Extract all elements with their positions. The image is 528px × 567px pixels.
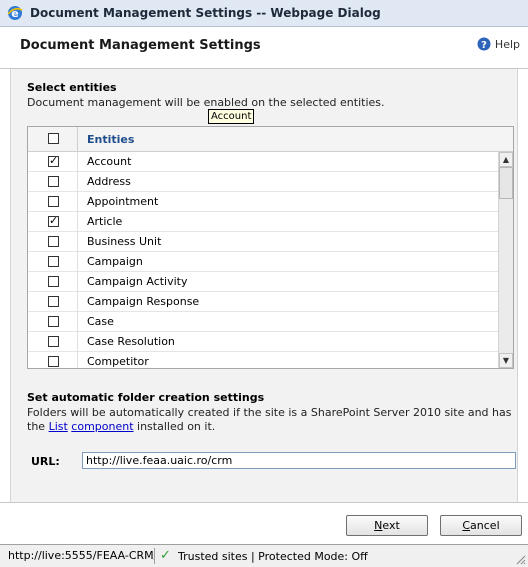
entities-grid: Entities Account Address Appointment Articl… bbox=[27, 126, 514, 369]
column-divider bbox=[77, 212, 78, 232]
help-label: Help bbox=[494, 37, 520, 51]
page-title: Document Management Settings bbox=[20, 38, 261, 53]
column-divider bbox=[77, 252, 78, 272]
tooltip: Account bbox=[208, 109, 255, 124]
entity-checkbox[interactable] bbox=[48, 296, 59, 307]
table-row[interactable]: Address bbox=[28, 172, 499, 192]
entity-name: Campaign Activity bbox=[87, 275, 188, 288]
dialog-footer: Next Cancel bbox=[0, 502, 528, 544]
window-titlebar: e Document Management Settings -- Webpag… bbox=[0, 0, 528, 27]
column-divider bbox=[77, 352, 78, 368]
column-divider bbox=[77, 172, 78, 192]
table-row[interactable]: Campaign Response bbox=[28, 292, 499, 312]
scroll-thumb[interactable] bbox=[499, 167, 513, 199]
entity-name: Account bbox=[87, 155, 132, 168]
entity-checkbox[interactable] bbox=[48, 316, 59, 327]
column-divider bbox=[77, 332, 78, 352]
select-entities-title: Select entities bbox=[27, 81, 117, 94]
window-title: Document Management Settings -- Webpage … bbox=[30, 6, 381, 20]
status-url: http://live:5555/FEAA-CRM/W bbox=[8, 548, 155, 564]
column-divider bbox=[77, 272, 78, 292]
cancel-label: ancel bbox=[470, 519, 500, 532]
entity-checkbox[interactable] bbox=[48, 176, 59, 187]
entity-checkbox[interactable] bbox=[48, 356, 59, 367]
cancel-button[interactable]: Cancel bbox=[440, 515, 522, 536]
folder-desc-text-2: installed on it. bbox=[133, 420, 216, 433]
resize-grip-icon[interactable] bbox=[514, 553, 526, 565]
svg-text:?: ? bbox=[481, 40, 487, 51]
table-row[interactable]: Case Resolution bbox=[28, 332, 499, 352]
entity-checkbox[interactable] bbox=[48, 214, 59, 227]
column-divider bbox=[77, 127, 78, 151]
column-divider bbox=[77, 232, 78, 252]
column-divider bbox=[77, 152, 78, 172]
select-entities-desc: Document management will be enabled on t… bbox=[27, 96, 385, 109]
trusted-check-icon: ✓ bbox=[160, 548, 171, 563]
entity-name: Business Unit bbox=[87, 235, 162, 248]
grid-header: Entities bbox=[28, 127, 513, 152]
dialog-content: Select entities Document management will… bbox=[10, 69, 518, 502]
help-icon: ? bbox=[477, 37, 491, 51]
entity-name: Case Resolution bbox=[87, 335, 175, 348]
next-button[interactable]: Next bbox=[346, 515, 428, 536]
column-divider bbox=[77, 292, 78, 312]
cancel-mnemonic: C bbox=[462, 519, 471, 532]
entity-name: Campaign Response bbox=[87, 295, 200, 308]
entities-list: Account Address Appointment Article Business… bbox=[28, 152, 499, 368]
table-row[interactable]: Appointment bbox=[28, 192, 499, 212]
entities-column-header[interactable]: Entities bbox=[87, 133, 134, 146]
entity-name: Appointment bbox=[87, 195, 159, 208]
select-all-checkbox[interactable] bbox=[48, 133, 59, 144]
grid-scrollbar[interactable]: ▲ ▼ bbox=[498, 152, 513, 368]
entity-name: Article bbox=[87, 215, 123, 228]
table-row[interactable]: Campaign Activity bbox=[28, 272, 499, 292]
table-row[interactable]: Competitor bbox=[28, 352, 499, 368]
component-link[interactable]: component bbox=[71, 420, 133, 433]
entity-name: Case bbox=[87, 315, 114, 328]
table-row[interactable]: Account bbox=[28, 152, 499, 172]
entity-name: Competitor bbox=[87, 355, 149, 368]
entity-checkbox[interactable] bbox=[48, 336, 59, 347]
dialog-header: Document Management Settings ? Help bbox=[0, 27, 528, 69]
entity-checkbox[interactable] bbox=[48, 276, 59, 287]
scroll-up-button[interactable]: ▲ bbox=[499, 152, 513, 167]
security-zone: Trusted sites | Protected Mode: Off bbox=[178, 550, 368, 563]
entity-checkbox[interactable] bbox=[48, 154, 59, 167]
list-link[interactable]: List bbox=[49, 420, 68, 433]
help-button[interactable]: ? Help bbox=[477, 37, 520, 51]
url-label: URL: bbox=[31, 455, 60, 468]
internet-explorer-icon: e bbox=[7, 6, 23, 20]
next-label: ext bbox=[382, 519, 400, 532]
column-divider bbox=[77, 312, 78, 332]
table-row[interactable]: Case bbox=[28, 312, 499, 332]
url-input[interactable] bbox=[82, 452, 516, 469]
table-row[interactable]: Article bbox=[28, 212, 499, 232]
entity-name: Campaign bbox=[87, 255, 143, 268]
entity-checkbox[interactable] bbox=[48, 236, 59, 247]
entity-checkbox[interactable] bbox=[48, 256, 59, 267]
table-row[interactable]: Business Unit bbox=[28, 232, 499, 252]
folder-settings-desc: Folders will be automatically created if… bbox=[27, 406, 517, 434]
entity-name: Address bbox=[87, 175, 131, 188]
scroll-down-button[interactable]: ▼ bbox=[499, 353, 513, 368]
table-row[interactable]: Campaign bbox=[28, 252, 499, 272]
folder-settings-title: Set automatic folder creation settings bbox=[27, 391, 265, 404]
status-bar: http://live:5555/FEAA-CRM/W ✓ Trusted si… bbox=[0, 544, 528, 567]
entity-checkbox[interactable] bbox=[48, 196, 59, 207]
column-divider bbox=[77, 192, 78, 212]
